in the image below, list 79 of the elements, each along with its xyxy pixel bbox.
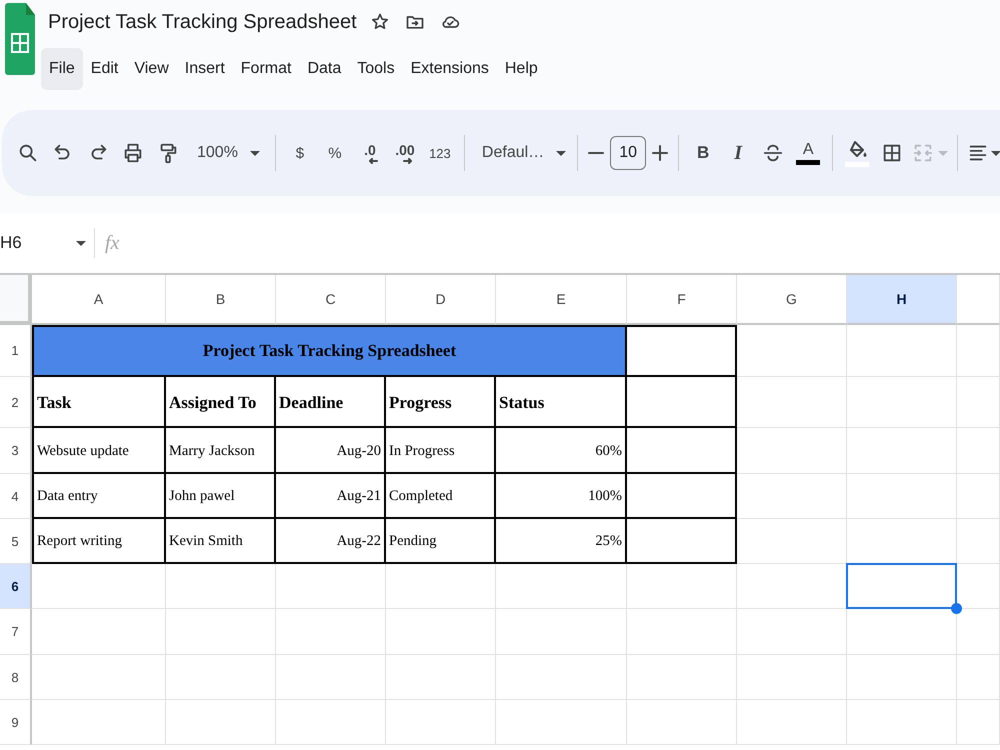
title-banner: Project Task Tracking Spreadsheet [32, 325, 627, 377]
zoom-dropdown[interactable]: 100% [188, 136, 266, 170]
row-header[interactable]: 9 [0, 700, 32, 745]
minus-icon [588, 152, 604, 154]
font-size-field[interactable]: 10 [610, 136, 646, 170]
currency-format-button[interactable]: $ [284, 136, 315, 170]
empty-cell [957, 474, 1000, 519]
menu-item[interactable]: Data [299, 48, 350, 90]
table-cell: John pawel [166, 474, 276, 519]
table-cell: 60% [496, 428, 627, 474]
strikethrough-icon [762, 142, 784, 164]
table-cell: 25% [496, 519, 627, 564]
empty-cell [957, 655, 1000, 700]
table-cell: Marry Jackson [166, 428, 276, 474]
function-label: fx [105, 232, 120, 254]
row-header[interactable]: 4 [0, 474, 32, 519]
menu-item[interactable]: File [41, 48, 83, 90]
header-cell: Progress [386, 377, 496, 428]
header-cell: Assigned To [166, 377, 276, 428]
table-cell: 100% [496, 474, 627, 519]
table-cell: Websute update [32, 428, 166, 474]
table-cell: Data entry [32, 474, 166, 519]
menu-item[interactable]: Tools [349, 48, 403, 90]
merge-icon [912, 142, 934, 164]
name-box[interactable]: H6 [0, 233, 86, 253]
empty-cell [957, 377, 1000, 428]
empty-cell [957, 700, 1000, 745]
row-header[interactable]: 6 [0, 564, 32, 609]
empty-cell [957, 519, 1000, 564]
fill-handle[interactable] [951, 603, 962, 614]
column-header[interactable]: F [627, 275, 737, 325]
increase-decimals-button[interactable]: .00 [390, 136, 420, 170]
table-cell: Aug-22 [276, 519, 386, 564]
decrease-decimals-button[interactable]: .0 [354, 136, 385, 170]
table-cell: Completed [386, 474, 496, 519]
italic-button[interactable]: I [723, 136, 754, 170]
caret-icon [76, 240, 86, 246]
header-cell: Deadline [276, 377, 386, 428]
table-cell: Kevin Smith [166, 519, 276, 564]
search-icon [17, 142, 39, 164]
caret-icon [938, 150, 948, 156]
empty-cell [957, 428, 1000, 474]
table-cell: Aug-20 [276, 428, 386, 474]
color-swatch-icon [796, 160, 820, 164]
caret-icon [556, 150, 566, 156]
print-icon [122, 142, 144, 164]
row-header[interactable]: 3 [0, 428, 32, 474]
spreadsheet-logo-icon [5, 3, 35, 75]
header-cell: Task [32, 377, 166, 428]
table-cell: Pending [386, 519, 496, 564]
menu-item[interactable]: Extensions [402, 48, 497, 90]
menu-item[interactable]: Help [496, 48, 546, 90]
table-cell: Aug-21 [276, 474, 386, 519]
percent-format-button[interactable]: % [320, 136, 350, 170]
text-color-button[interactable]: A [793, 136, 824, 170]
row-header[interactable]: 8 [0, 655, 32, 700]
empty-cell [957, 609, 1000, 655]
menu-item[interactable]: Insert [176, 48, 233, 90]
arrow-right-icon [402, 158, 413, 164]
menu-item[interactable]: Edit [82, 48, 126, 90]
row-header[interactable]: 7 [0, 609, 32, 655]
arrow-left-icon [368, 158, 378, 164]
table-cell: In Progress [386, 428, 496, 474]
row-header[interactable]: 2 [0, 377, 32, 428]
font-dropdown[interactable]: Defaul… [474, 136, 568, 170]
caret-icon [250, 150, 260, 156]
header-cell: Status [496, 377, 627, 428]
table-cell: Report writing [32, 519, 166, 564]
bold-button[interactable]: B [688, 136, 718, 170]
plus-icon [652, 145, 668, 161]
document-title[interactable]: Project Task Tracking Spreadsheet [48, 10, 357, 34]
column-header[interactable]: H [847, 275, 957, 325]
paint-bucket-icon [845, 139, 870, 167]
empty-cell [957, 325, 1000, 377]
borders-icon [881, 142, 904, 164]
menu-item[interactable]: Format [232, 48, 300, 90]
caret-icon [991, 150, 1000, 156]
menu-item[interactable]: View [126, 48, 177, 90]
number-format-button[interactable]: 123 [424, 136, 455, 170]
